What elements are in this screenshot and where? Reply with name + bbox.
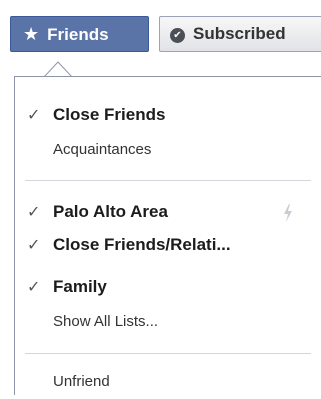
menu-divider: [25, 353, 311, 354]
subscribed-button[interactable]: ✔ Subscribed: [159, 16, 321, 52]
menu-item-acquaintances[interactable]: Acquaintances: [15, 141, 305, 167]
checkmark-icon: ✓: [27, 107, 41, 124]
menu-item-label: Close Friends/Relati...: [53, 235, 231, 254]
menu-item-close-friends[interactable]: ✓ Close Friends: [15, 105, 305, 131]
menu-item-palo-alto-area[interactable]: ✓ Palo Alto Area: [15, 202, 305, 228]
checkmark-icon: ✓: [27, 279, 41, 296]
check-circle-icon: ✔: [170, 28, 185, 43]
menu-item-label: Unfriend: [53, 373, 110, 390]
checkmark-icon: ✓: [27, 204, 41, 221]
lightning-bolt-icon: [284, 204, 292, 222]
menu-item-close-friends-relatives[interactable]: ✓ Close Friends/Relati...: [15, 235, 305, 261]
friends-button-label: Friends: [47, 25, 109, 44]
menu-item-label: Family: [53, 277, 107, 296]
star-icon: ★: [23, 24, 40, 44]
dropdown-caret: [44, 61, 72, 77]
checkmark-icon: ✓: [27, 237, 41, 254]
menu-item-label: Close Friends: [53, 105, 166, 124]
menu-item-family[interactable]: ✓ Family: [15, 277, 305, 303]
menu-item-show-all-lists[interactable]: Show All Lists...: [15, 313, 305, 339]
menu-item-label: Acquaintances: [53, 141, 152, 158]
friend-lists-dropdown-menu: ✓ Close Friends Acquaintances ✓ Palo Alt…: [14, 76, 321, 395]
friend-action-bar: ★ Friends ✔ Subscribed: [0, 0, 321, 62]
menu-divider: [25, 180, 311, 181]
subscribed-button-label: Subscribed: [193, 24, 286, 43]
menu-item-unfriend[interactable]: Unfriend: [15, 373, 305, 399]
menu-item-label: Palo Alto Area: [53, 202, 168, 221]
menu-item-label: Show All Lists...: [53, 313, 159, 330]
friends-button[interactable]: ★ Friends: [10, 16, 149, 52]
